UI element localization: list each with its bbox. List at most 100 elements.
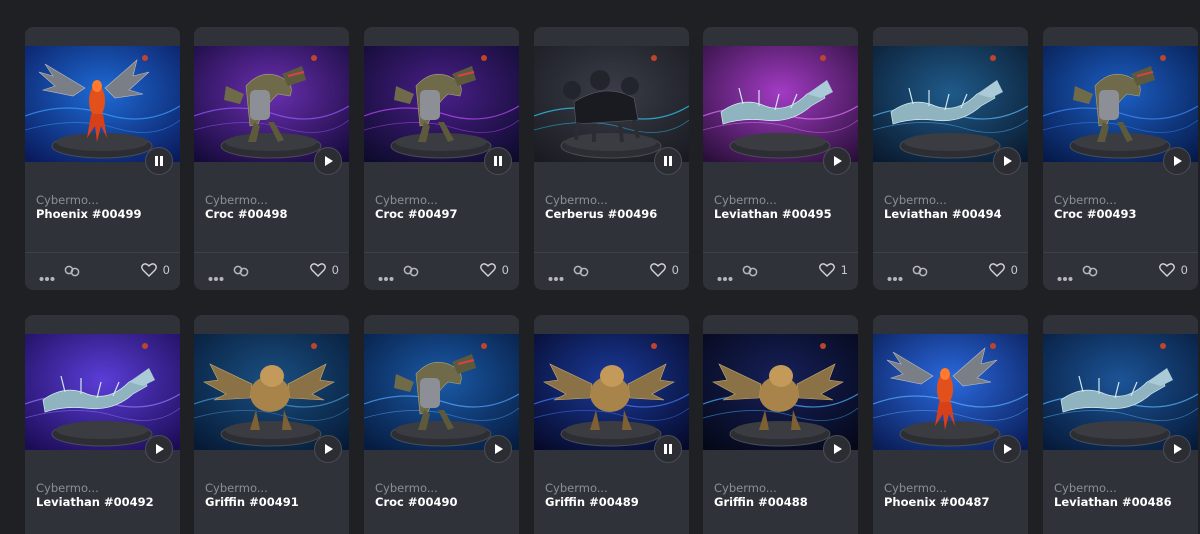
play-button[interactable] xyxy=(993,435,1021,463)
nft-thumbnail[interactable] xyxy=(25,46,180,162)
nft-name[interactable]: Leviathan #00486 xyxy=(1054,495,1184,510)
nft-name[interactable]: Leviathan #00495 xyxy=(714,207,844,222)
more-dots-icon[interactable] xyxy=(208,267,224,286)
nft-card[interactable]: Cybermo... Leviathan #00494 0 xyxy=(873,27,1028,290)
nft-card[interactable]: Cybermo... Leviathan #00486 xyxy=(1043,315,1198,534)
play-button[interactable] xyxy=(823,147,851,175)
more-dots-icon[interactable] xyxy=(887,267,903,286)
collection-name[interactable]: Cybermo... xyxy=(714,193,777,207)
nft-name[interactable]: Griffin #00488 xyxy=(714,495,844,510)
nft-thumbnail[interactable] xyxy=(534,334,689,450)
collection-name[interactable]: Cybermo... xyxy=(1054,481,1117,495)
like-button[interactable]: 0 xyxy=(988,263,1018,277)
nft-name[interactable]: Croc #00490 xyxy=(375,495,505,510)
nft-name[interactable]: Croc #00493 xyxy=(1054,207,1184,222)
nft-thumbnail[interactable] xyxy=(873,334,1028,450)
nft-name[interactable]: Croc #00498 xyxy=(205,207,335,222)
nft-thumbnail[interactable] xyxy=(703,46,858,162)
collection-name[interactable]: Cybermo... xyxy=(884,193,947,207)
card-footer: 0 xyxy=(364,263,519,281)
nft-name[interactable]: Griffin #00489 xyxy=(545,495,675,510)
heart-icon xyxy=(479,263,496,277)
play-button[interactable] xyxy=(1163,435,1191,463)
collection-name[interactable]: Cybermo... xyxy=(36,193,99,207)
nft-thumbnail[interactable] xyxy=(534,46,689,162)
more-dots-icon[interactable] xyxy=(378,267,394,286)
nft-card[interactable]: Cybermo... Phoenix #00499 0 xyxy=(25,27,180,290)
nft-thumbnail[interactable] xyxy=(194,334,349,450)
nft-name[interactable]: Leviathan #00494 xyxy=(884,207,1014,222)
play-button[interactable] xyxy=(314,147,342,175)
nft-card[interactable]: Cybermo... Croc #00493 0 xyxy=(1043,27,1198,290)
nft-card[interactable]: Cybermo... Griffin #00491 xyxy=(194,315,349,534)
play-icon xyxy=(1171,443,1183,455)
nft-thumbnail[interactable] xyxy=(194,46,349,162)
heart-icon xyxy=(988,263,1005,277)
link-icon[interactable] xyxy=(912,263,928,282)
like-button[interactable]: 0 xyxy=(140,263,170,277)
nft-name[interactable]: Cerberus #00496 xyxy=(545,207,675,222)
play-button[interactable] xyxy=(314,435,342,463)
collection-name[interactable]: Cybermo... xyxy=(205,193,268,207)
play-button[interactable] xyxy=(1163,147,1191,175)
collection-name[interactable]: Cybermo... xyxy=(884,481,947,495)
more-dots-icon[interactable] xyxy=(717,267,733,286)
nft-card[interactable]: Cybermo... Croc #00490 xyxy=(364,315,519,534)
collection-name[interactable]: Cybermo... xyxy=(714,481,777,495)
pause-button[interactable] xyxy=(145,147,173,175)
nft-name[interactable]: Phoenix #00487 xyxy=(884,495,1014,510)
like-button[interactable]: 0 xyxy=(1158,263,1188,277)
play-button[interactable] xyxy=(484,435,512,463)
collection-name[interactable]: Cybermo... xyxy=(36,481,99,495)
nft-card[interactable]: Cybermo... Croc #00497 0 xyxy=(364,27,519,290)
collection-name[interactable]: Cybermo... xyxy=(1054,193,1117,207)
play-button[interactable] xyxy=(145,435,173,463)
nft-thumbnail[interactable] xyxy=(364,334,519,450)
card-footer: 0 xyxy=(873,263,1028,281)
more-dots-icon[interactable] xyxy=(548,267,564,286)
nft-name[interactable]: Griffin #00491 xyxy=(205,495,335,510)
nft-thumbnail[interactable] xyxy=(703,334,858,450)
nft-card[interactable]: Cybermo... Griffin #00488 xyxy=(703,315,858,534)
link-icon[interactable] xyxy=(233,263,249,282)
nft-thumbnail[interactable] xyxy=(1043,334,1198,450)
more-dots-icon[interactable] xyxy=(39,267,55,286)
like-button[interactable]: 0 xyxy=(309,263,339,277)
pause-button[interactable] xyxy=(654,435,682,463)
play-button[interactable] xyxy=(993,147,1021,175)
nft-name[interactable]: Leviathan #00492 xyxy=(36,495,166,510)
nft-name[interactable]: Phoenix #00499 xyxy=(36,207,166,222)
like-button[interactable]: 1 xyxy=(818,263,848,277)
link-icon[interactable] xyxy=(64,263,80,282)
link-icon[interactable] xyxy=(742,263,758,282)
link-icon[interactable] xyxy=(1082,263,1098,282)
nft-card[interactable]: Cybermo... Cerberus #00496 0 xyxy=(534,27,689,290)
nft-thumbnail[interactable] xyxy=(364,46,519,162)
nft-card[interactable]: Cybermo... Croc #00498 0 xyxy=(194,27,349,290)
pause-button[interactable] xyxy=(654,147,682,175)
nft-card[interactable]: Cybermo... Phoenix #00487 xyxy=(873,315,1028,534)
collection-name[interactable]: Cybermo... xyxy=(375,193,438,207)
like-button[interactable]: 0 xyxy=(479,263,509,277)
collection-name[interactable]: Cybermo... xyxy=(545,193,608,207)
link-icon[interactable] xyxy=(403,263,419,282)
link-icon[interactable] xyxy=(573,263,589,282)
like-button[interactable]: 0 xyxy=(649,263,679,277)
collection-name[interactable]: Cybermo... xyxy=(375,481,438,495)
more-dots-icon[interactable] xyxy=(1057,267,1073,286)
collection-name[interactable]: Cybermo... xyxy=(545,481,608,495)
card-divider xyxy=(194,252,349,253)
nft-thumbnail[interactable] xyxy=(1043,46,1198,162)
play-icon xyxy=(322,443,334,455)
card-divider xyxy=(364,252,519,253)
nft-thumbnail[interactable] xyxy=(873,46,1028,162)
play-icon xyxy=(1001,155,1013,167)
nft-card[interactable]: Cybermo... Griffin #00489 xyxy=(534,315,689,534)
nft-thumbnail[interactable] xyxy=(25,334,180,450)
collection-name[interactable]: Cybermo... xyxy=(205,481,268,495)
play-button[interactable] xyxy=(823,435,851,463)
nft-card[interactable]: Cybermo... Leviathan #00495 1 xyxy=(703,27,858,290)
nft-card[interactable]: Cybermo... Leviathan #00492 xyxy=(25,315,180,534)
nft-name[interactable]: Croc #00497 xyxy=(375,207,505,222)
pause-button[interactable] xyxy=(484,147,512,175)
